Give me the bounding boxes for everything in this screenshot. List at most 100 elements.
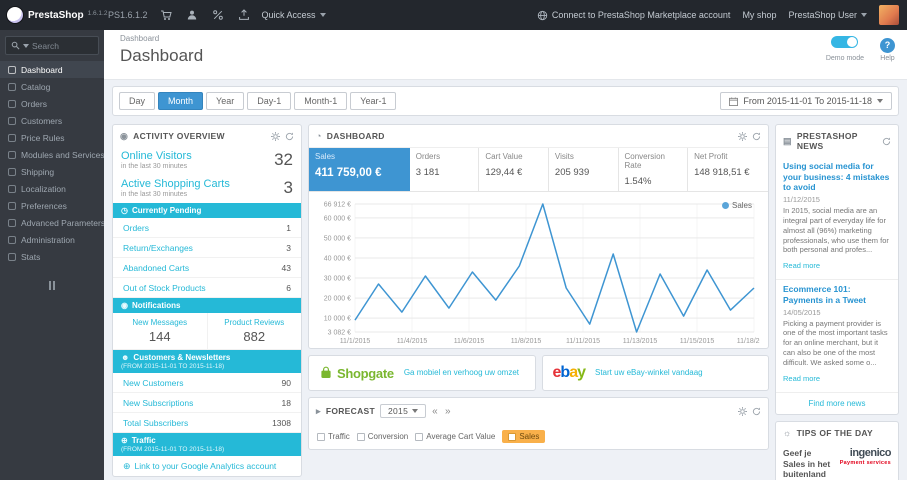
sidebar-item-orders[interactable]: Orders: [0, 95, 104, 112]
find-more-news-link[interactable]: Find more news: [776, 393, 898, 414]
tips-content: Geef je Sales in het buitenland een Boos…: [776, 444, 898, 480]
my-shop-link[interactable]: My shop: [742, 10, 776, 20]
ebay-ad-link[interactable]: Start uw eBay-winkel vandaag: [595, 368, 703, 378]
settings-gear-icon[interactable]: [271, 131, 280, 141]
sidebar-item-shipping[interactable]: Shipping: [0, 163, 104, 180]
filter-day-button[interactable]: Day: [119, 92, 156, 110]
forecast-legend-conversion[interactable]: Conversion: [356, 432, 408, 441]
new-subscriptions-link[interactable]: New Subscriptions 18: [113, 393, 301, 413]
help-icon[interactable]: ?: [880, 37, 895, 53]
user-menu[interactable]: PrestaShop User: [788, 10, 867, 20]
filter-day-1-button[interactable]: Day-1: [247, 92, 292, 110]
forecast-year-value: 2015: [387, 406, 409, 416]
sidebar-item-preferences[interactable]: Preferences: [0, 197, 104, 214]
sidebar-item-administration[interactable]: Administration: [0, 231, 104, 248]
currently-pending-header: ◷ Currently Pending: [113, 203, 301, 218]
ingenico-logo[interactable]: ingenico Payment services: [840, 447, 892, 467]
home-icon: [8, 65, 16, 74]
sales-chart-area: Sales 11/1/2015 11/4/2015 11/6/2015 11/8/20…: [309, 192, 768, 348]
search-input[interactable]: [32, 40, 93, 51]
refresh-icon[interactable]: [285, 132, 294, 141]
next-year-button[interactable]: »: [444, 406, 452, 417]
globe-icon: [8, 184, 16, 193]
product-reviews-link[interactable]: Product Reviews 882: [206, 313, 302, 349]
kpi-label: Orders: [415, 152, 441, 161]
kpi-conversion-rate[interactable]: Conversion Rate 1.54%: [619, 148, 689, 191]
sidebar-search[interactable]: [5, 36, 99, 55]
checkbox-icon: [356, 432, 365, 441]
forecast-year-select[interactable]: 2015: [379, 404, 427, 418]
tips-heading: Geef je Sales in het buitenland een Boos…: [783, 448, 831, 480]
cart-icon[interactable]: [158, 7, 174, 23]
settings-gear-icon[interactable]: [738, 406, 747, 416]
google-analytics-link[interactable]: ⊕ Link to your Google Analytics account: [113, 456, 301, 476]
date-range-picker[interactable]: From 2015-11-01 To 2015-11-18: [720, 92, 892, 110]
kpi-visits[interactable]: Visits 205 939: [549, 148, 619, 191]
sidebar-item-catalog[interactable]: Catalog: [0, 78, 104, 95]
refresh-icon[interactable]: [752, 132, 761, 141]
kpi-value: 411 759,00 €: [315, 167, 382, 179]
collapse-menu-toggle[interactable]: [0, 281, 104, 290]
refresh-icon[interactable]: [882, 137, 891, 146]
filter-month-button[interactable]: Month: [158, 92, 204, 110]
pending-returns-link[interactable]: Return/Exchanges 3: [113, 238, 301, 258]
marketplace-account-link[interactable]: Connect to PrestaShop Marketplace accoun…: [537, 10, 730, 21]
filter-year-1-button[interactable]: Year-1: [350, 92, 397, 110]
top-navigation-bar: PrestaShop 1.6.1.2 PS1.6.1.2 Quick Acces…: [0, 0, 907, 30]
new-messages-link[interactable]: New Messages 144: [113, 313, 207, 349]
breadcrumb[interactable]: Dashboard: [120, 34, 897, 43]
quick-access-menu[interactable]: Quick Access: [262, 10, 326, 20]
forecast-legend-traffic[interactable]: Traffic: [317, 432, 350, 441]
globe-icon: ⊕: [121, 435, 128, 445]
prestashop-home-link[interactable]: PrestaShop 1.6.1.2: [6, 6, 107, 24]
abandoned-carts-link[interactable]: Abandoned Carts 43: [113, 258, 301, 278]
previous-year-button[interactable]: «: [431, 406, 439, 417]
discount-percent-icon[interactable]: [210, 7, 226, 23]
forecast-legend-average-cart-value[interactable]: Average Cart Value: [415, 432, 495, 441]
sidebar-item-advanced-parameters[interactable]: Advanced Parameters: [0, 214, 104, 231]
sidebar-item-label: Price Rules: [21, 132, 65, 143]
read-more-link[interactable]: Read more: [783, 374, 820, 383]
demo-mode-toggle[interactable]: [831, 36, 859, 48]
customers-newsletters-header: ☻ Customers & Newsletters (FROM 2015-11-0…: [113, 350, 301, 373]
sidebar-item-dashboard[interactable]: Dashboard: [0, 61, 104, 78]
sidebar-item-localization[interactable]: Localization: [0, 180, 104, 197]
kpi-orders[interactable]: Orders 3 181: [410, 148, 480, 191]
sidebar-item-price-rules[interactable]: Price Rules: [0, 129, 104, 146]
kpi-cart-value[interactable]: Cart Value 129,44 €: [479, 148, 549, 191]
total-subscribers-link[interactable]: Total Subscribers 1308: [113, 413, 301, 433]
row-value: 43: [281, 262, 291, 273]
new-customers-link[interactable]: New Customers 90: [113, 373, 301, 393]
notifications-row: New Messages 144 Product Reviews 882: [113, 313, 301, 350]
active-carts-label: Active Shopping Carts: [121, 178, 230, 190]
customer-profile-icon[interactable]: [184, 7, 200, 23]
people-icon: [8, 116, 16, 125]
filter-month-1-button[interactable]: Month-1: [294, 92, 348, 110]
refresh-icon[interactable]: [752, 407, 761, 416]
filter-year-button[interactable]: Year: [206, 92, 245, 110]
forecast-legend-sales[interactable]: Sales: [502, 430, 546, 443]
sidebar-item-stats[interactable]: Stats: [0, 248, 104, 265]
sidebar-item-modules-and-services[interactable]: Modules and Services: [0, 146, 104, 163]
news-article-title-link[interactable]: Ecommerce 101: Payments in a Tweet: [783, 284, 891, 305]
news-article-title-link[interactable]: Using social media for your business: 4 …: [783, 161, 891, 193]
pending-orders-link[interactable]: Orders 1: [113, 218, 301, 238]
ebay-ad-panel: ebay Start uw eBay-winkel vandaag: [541, 355, 769, 391]
ingenico-logo-text: ingenico: [849, 447, 892, 460]
prestashop-news-panel: ▤ PrestaShop News Using social media for…: [775, 124, 899, 416]
shopgate-ad-link[interactable]: Ga mobiel en verhoog uw omzet: [404, 368, 519, 378]
out-of-stock-link[interactable]: Out of Stock Products 6: [113, 278, 301, 298]
kpi-net-profit[interactable]: Net Profit 148 918,51 €: [688, 148, 768, 191]
brand-version: 1.6.1.2: [87, 10, 108, 17]
settings-gear-icon[interactable]: [738, 131, 747, 141]
online-visitors-sub: in the last 30 minutes: [121, 163, 188, 170]
upload-icon[interactable]: [236, 7, 252, 23]
active-shopping-carts-link[interactable]: Active Shopping Carts in the last 30 min…: [113, 175, 301, 203]
chart-legend-sales[interactable]: Sales: [721, 201, 752, 210]
user-avatar[interactable]: [879, 5, 899, 25]
puzzle-icon: [8, 150, 16, 159]
online-visitors-link[interactable]: Online Visitors in the last 30 minutes 3…: [113, 147, 301, 175]
sidebar-item-customers[interactable]: Customers: [0, 112, 104, 129]
read-more-link[interactable]: Read more: [783, 261, 820, 270]
kpi-sales[interactable]: Sales 411 759,00 €: [309, 148, 410, 191]
